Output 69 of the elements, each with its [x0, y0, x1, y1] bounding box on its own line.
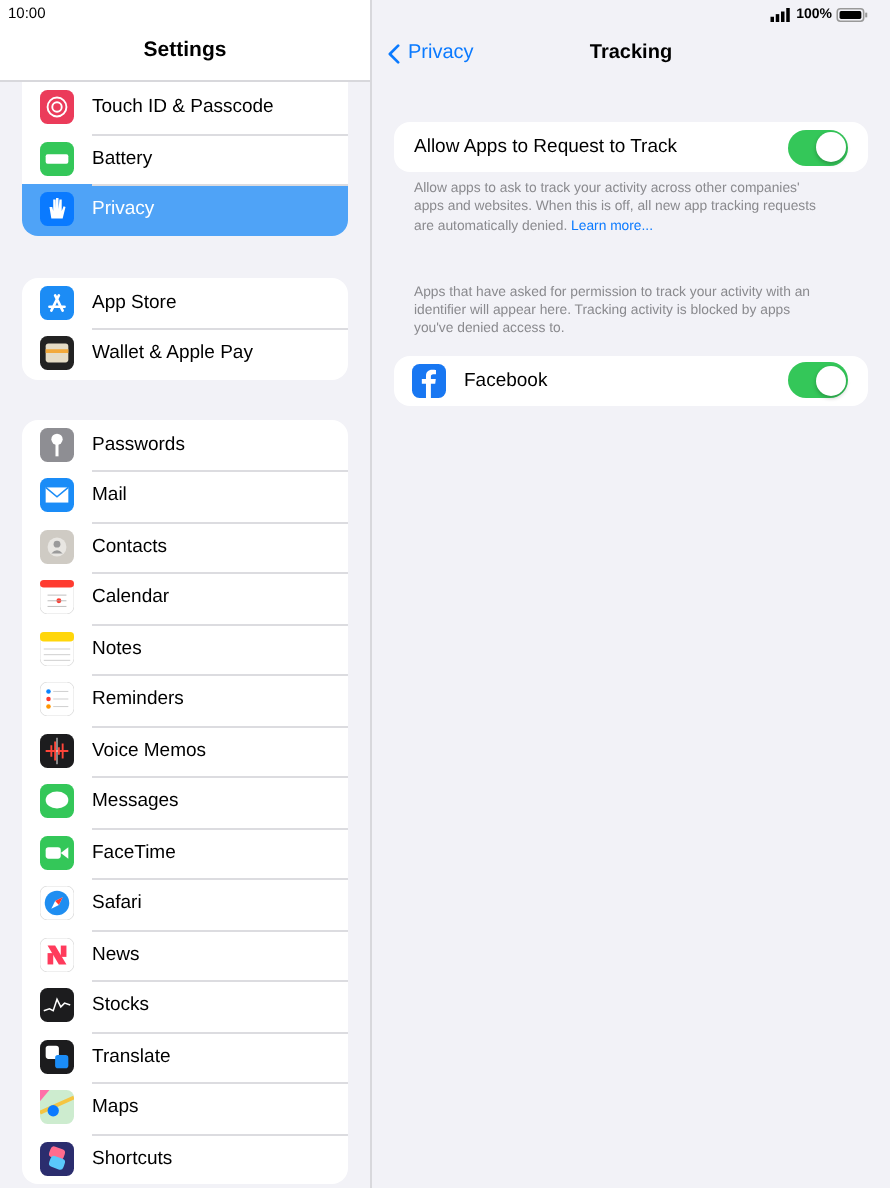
settings-item[interactable]: Calendar: [22, 572, 348, 623]
settings-item-label: Reminders: [92, 688, 184, 711]
battery-icon: [836, 7, 868, 21]
settings-item-label: Calendar: [92, 586, 170, 609]
settings-item-label: Notes: [92, 637, 142, 660]
shortcuts-icon: [40, 1141, 74, 1176]
settings-item[interactable]: Stocks: [22, 980, 348, 1031]
settings-item[interactable]: Mail: [22, 470, 348, 521]
back-chevron-icon: [388, 43, 400, 63]
chart-icon: [40, 988, 74, 1023]
settings-item[interactable]: App Store: [22, 277, 348, 328]
settings-item[interactable]: Notes: [22, 623, 348, 674]
settings-item-label: Translate: [92, 1045, 171, 1068]
settings-item-label: Wallet & Apple Pay: [92, 342, 253, 365]
settings-item-label: Maps: [92, 1096, 139, 1119]
settings-item[interactable]: Messages: [22, 776, 348, 827]
speech-bubble-icon: [40, 784, 74, 819]
signal-icon: [770, 7, 793, 21]
settings-item-label: Mail: [92, 484, 127, 507]
settings-item-label: Voice Memos: [92, 739, 207, 762]
contact-icon: [40, 529, 74, 564]
settings-item-label: Stocks: [92, 994, 150, 1017]
f-letter-icon: [412, 363, 446, 398]
settings-item-label: Battery: [92, 147, 153, 170]
news-icon: [40, 937, 74, 972]
settings-item[interactable]: Shortcuts: [22, 1133, 348, 1184]
settings-item[interactable]: Battery: [22, 133, 348, 184]
list-icon: [40, 682, 74, 717]
sidebar-title: Settings: [141, 38, 229, 62]
app-store-icon: [40, 285, 74, 320]
settings-item[interactable]: Safari: [22, 878, 348, 929]
settings-item[interactable]: Reminders: [22, 674, 348, 725]
settings-item[interactable]: Passwords: [22, 419, 348, 470]
settings-item-label: App Store: [92, 291, 177, 314]
hand-icon: [40, 192, 74, 227]
key-icon: [40, 427, 74, 462]
settings-item-label: Safari: [92, 892, 142, 915]
map-icon: [40, 1090, 74, 1125]
toggle-label: Allow Apps to Request to Track: [414, 136, 679, 158]
translate-icon: [40, 1039, 74, 1074]
settings-item[interactable]: FaceTime: [22, 827, 348, 878]
notes-icon: [40, 631, 74, 666]
settings-item-label: FaceTime: [92, 841, 176, 864]
settings-item-label: Shortcuts: [92, 1147, 173, 1170]
compass-icon: [40, 886, 74, 921]
battery-icon: [40, 141, 74, 176]
video-camera-icon: [40, 835, 74, 870]
settings-item[interactable]: News: [22, 929, 348, 980]
wallet-icon: [40, 336, 74, 371]
waveform-icon: [40, 733, 74, 768]
settings-item[interactable]: Touch ID & Passcode: [22, 82, 348, 133]
settings-item[interactable]: Translate: [22, 1031, 348, 1082]
settings-item[interactable]: Contacts: [22, 521, 348, 572]
settings-item-label: Contacts: [92, 535, 167, 558]
settings-item[interactable]: Voice Memos: [22, 725, 348, 776]
back-button[interactable]: Privacy: [388, 42, 474, 64]
envelope-icon: [40, 478, 74, 513]
settings-item-label: News: [92, 943, 140, 966]
settings-item-label: Messages: [92, 790, 179, 813]
toggle-switch[interactable]: [788, 362, 848, 399]
calendar-icon: [40, 580, 74, 615]
settings-item[interactable]: Maps: [22, 1082, 348, 1133]
settings-item[interactable]: Wallet & Apple Pay: [22, 328, 348, 379]
settings-item-label: Passwords: [92, 433, 185, 456]
settings-item-label: Privacy: [92, 198, 155, 221]
page-title: Tracking: [589, 42, 673, 64]
app-name: Facebook: [464, 369, 550, 392]
settings-item-label: Touch ID & Passcode: [92, 96, 274, 119]
toggle-switch[interactable]: [788, 129, 848, 165]
